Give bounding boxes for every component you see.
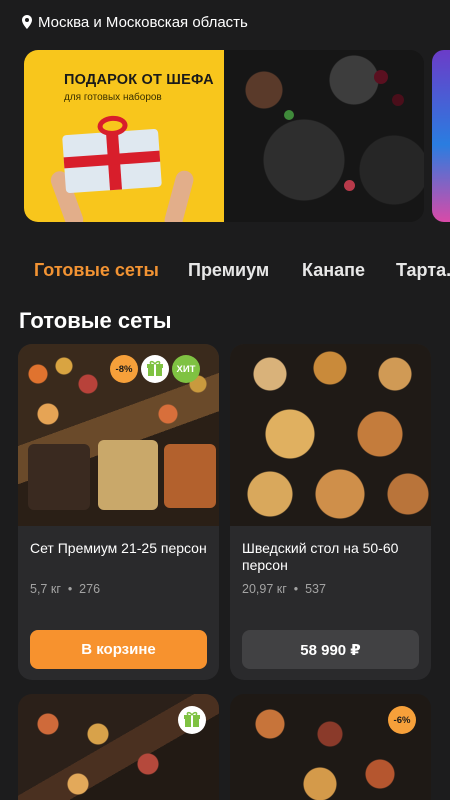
category-tabs: Готовые сеты Премиум Канапе Тарта... xyxy=(0,252,450,288)
product-card[interactable] xyxy=(18,694,219,800)
banner-title: ПОДАРОК ОТ ШЕФА xyxy=(64,72,214,88)
discount-badge: -6% xyxy=(388,706,416,734)
tab-canape[interactable]: Канапе xyxy=(302,260,365,281)
tab-tartlets[interactable]: Тарта... xyxy=(396,260,450,281)
discount-badge: -8% xyxy=(110,355,138,383)
location-pin-icon xyxy=(22,15,32,29)
section-title: Готовые сеты xyxy=(19,308,172,333)
banner-subtitle: для готовых наборов xyxy=(64,92,162,103)
product-meta: 20,97 кг • 537 xyxy=(242,582,326,596)
product-image xyxy=(230,344,431,526)
price-button[interactable]: 58 990 ₽ xyxy=(242,630,419,669)
gift-icon xyxy=(178,706,206,734)
location-text: Москва и Московская область xyxy=(38,13,248,31)
gift-box-image xyxy=(62,114,162,194)
tab-ready-sets[interactable]: Готовые сеты xyxy=(34,260,159,281)
product-name: Шведский стол на 50-60 персон xyxy=(242,540,399,573)
product-meta: 5,7 кг • 276 xyxy=(30,582,100,596)
product-weight: 20,97 кг xyxy=(242,582,287,596)
meta-dot: • xyxy=(290,582,306,596)
tab-premium[interactable]: Премиум xyxy=(188,260,269,281)
product-badges: -8% ХИТ xyxy=(110,355,200,383)
product-card[interactable]: -8% ХИТ Сет Премиум 21-25 персон 5,7 кг … xyxy=(18,344,219,680)
gift-icon xyxy=(141,355,169,383)
product-card[interactable]: -6% xyxy=(230,694,431,800)
promo-banner[interactable]: ПОДАРОК ОТ ШЕФА для готовых наборов xyxy=(24,50,424,222)
next-banner-peek[interactable] xyxy=(432,50,450,222)
product-count: 276 xyxy=(79,582,101,596)
banner-food-image xyxy=(224,50,424,222)
location-selector[interactable]: Москва и Московская область xyxy=(22,12,248,32)
meta-dot: • xyxy=(64,582,80,596)
product-name: Сет Премиум 21-25 персон xyxy=(30,540,207,556)
product-card[interactable]: Шведский стол на 50-60 персон 20,97 кг •… xyxy=(230,344,431,680)
hit-badge: ХИТ xyxy=(172,355,200,383)
product-count: 537 xyxy=(305,582,326,596)
in-cart-button[interactable]: В корзине xyxy=(30,630,207,669)
product-weight: 5,7 кг xyxy=(30,582,61,596)
